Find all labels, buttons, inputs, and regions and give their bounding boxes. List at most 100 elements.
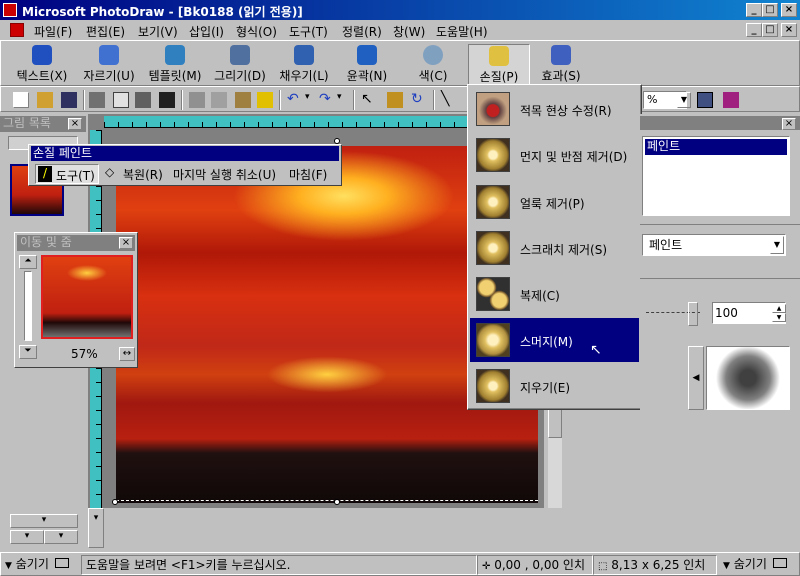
new-icon[interactable] (13, 92, 29, 108)
copy-icon[interactable] (211, 92, 227, 108)
chevron-down-icon[interactable]: ▼ (770, 236, 784, 254)
draw-button[interactable]: 그리기(D) (209, 44, 271, 86)
redo-dropdown-icon[interactable]: ▾ (337, 92, 353, 108)
title-bar: Microsoft PhotoDraw - [Bk0188 (읽기 전용)] _… (0, 0, 800, 20)
fill-button[interactable]: 채우기(L) (273, 44, 335, 86)
save-icon[interactable] (61, 92, 77, 108)
rotate-icon[interactable]: ↻ (411, 92, 427, 108)
scroll-up-button[interactable]: ▾ (10, 514, 78, 528)
color-icon (423, 45, 443, 65)
erase-icon (476, 369, 510, 403)
hide-button-left[interactable]: ▼ 숨기기 (1, 555, 81, 575)
pointer-icon[interactable]: ↖ (361, 92, 377, 108)
workpane-list[interactable]: 페인트 (642, 136, 790, 216)
scroll-down-button[interactable]: ▾ (10, 530, 44, 544)
close-icon[interactable]: × (119, 237, 133, 249)
minimize-button[interactable]: _ (746, 3, 762, 17)
workpane-panel: × 페인트 페인트 ▼ 100 ▲ ▼ ◀ (640, 114, 800, 550)
toolbar-separator (433, 90, 435, 110)
line-icon[interactable]: ╲ (441, 92, 457, 108)
blemish-icon (476, 185, 510, 219)
zoom-out-icon[interactable]: ⏷ (19, 345, 37, 359)
scroll-end-button[interactable]: ▾ (44, 530, 78, 544)
scratch-icon (476, 231, 510, 265)
photodraw-app-icon[interactable] (3, 3, 17, 17)
slider-thumb[interactable] (688, 302, 698, 326)
doc-close-button[interactable]: × (781, 23, 797, 37)
zoom-percentage: 57% (71, 347, 98, 361)
zoom-in-icon[interactable]: ⏶ (19, 255, 37, 269)
menu-tools[interactable]: 도구(T) (289, 23, 328, 40)
maximize-button[interactable]: □ (762, 3, 778, 17)
prev-brush-icon[interactable]: ◀ (688, 346, 704, 410)
book-icon[interactable] (723, 92, 739, 108)
menu-item-smudge[interactable]: 스머지(M) ↖ (470, 318, 639, 362)
scrollbar-thumb[interactable] (548, 408, 562, 438)
menu-insert[interactable]: 삽입(I) (189, 23, 224, 40)
close-button[interactable]: × (781, 3, 797, 17)
cut-icon[interactable] (189, 92, 205, 108)
outline-icon (357, 45, 377, 65)
menu-view[interactable]: 보기(V) (138, 23, 178, 40)
menu-item-erase[interactable]: 지우기(E) (470, 364, 639, 408)
list-item[interactable]: 페인트 (645, 139, 787, 155)
finish-button[interactable]: 마침(F) (289, 166, 327, 183)
crop-button[interactable]: 자르기(U) (77, 44, 141, 86)
menu-item-dust-spots[interactable]: 먼지 및 반점 제거(D) (470, 133, 639, 177)
close-icon[interactable]: × (782, 118, 796, 130)
outline-button[interactable]: 윤곽(N) (339, 44, 395, 86)
workpane-titlebar (640, 116, 800, 130)
menu-file[interactable]: 파일(F) (34, 23, 72, 40)
menu-item-blemish[interactable]: 얼룩 제거(P) (470, 180, 639, 224)
touchup-button[interactable]: 손질(P) (468, 44, 530, 86)
tool-button[interactable]: / 도구(T) (35, 164, 99, 184)
menu-help[interactable]: 도움말(H) (436, 23, 488, 40)
document-icon[interactable] (10, 23, 24, 37)
redo-icon[interactable]: ↷ (319, 92, 335, 108)
pan-zoom-window: 이동 및 줌 × ⏶ ⏷ 57% ↔ (14, 232, 138, 368)
restore-button[interactable]: 복원(R) (123, 166, 163, 183)
selection-handle[interactable] (112, 499, 118, 505)
templates-button[interactable]: 템플릿(M) (143, 44, 207, 86)
chevron-down-icon: ▼ (5, 561, 12, 571)
paint-dropdown[interactable]: 페인트 (642, 234, 786, 256)
arrange-icon[interactable] (387, 92, 403, 108)
format-painter-icon[interactable] (257, 92, 273, 108)
doc-restore-button[interactable]: □ (762, 23, 778, 37)
pixel-icon[interactable] (697, 92, 713, 108)
close-icon[interactable]: × (68, 118, 82, 130)
hide-button-right[interactable]: ▼ 숨기기 (719, 555, 800, 575)
print-preview-icon[interactable] (113, 92, 129, 108)
doc-minimize-button[interactable]: _ (746, 23, 762, 37)
dust-icon (476, 138, 510, 172)
touchup-paint-toolbar: 손질 페인트 / 도구(T) ◇ 복원(R) 마지막 실행 취소(U) 마침(F… (28, 144, 342, 186)
undo-last-button[interactable]: 마지막 실행 취소(U) (173, 166, 276, 183)
undo-icon[interactable]: ↶ (287, 92, 303, 108)
camera-icon[interactable] (159, 92, 175, 108)
text-button[interactable]: 텍스트(X) (9, 44, 75, 86)
effects-button[interactable]: 효과(S) (534, 44, 588, 86)
selection-handle[interactable] (334, 499, 340, 505)
brush-icon: / (38, 166, 52, 182)
color-button[interactable]: 색(C) (407, 44, 459, 86)
menu-item-clone[interactable]: 복제(C) (470, 272, 639, 316)
scroll-down-arrow[interactable]: ▾ (88, 508, 104, 548)
spin-up-icon[interactable]: ▲ (772, 304, 786, 313)
zoom-dropdown-icon[interactable]: ▼ (677, 92, 691, 108)
fit-width-icon[interactable]: ↔ (119, 347, 135, 361)
spin-down-icon[interactable]: ▼ (772, 313, 786, 322)
scan-icon[interactable] (135, 92, 151, 108)
menu-format[interactable]: 형식(O) (236, 23, 277, 40)
eraser-icon: ◇ (105, 165, 115, 179)
menu-window[interactable]: 창(W) (393, 23, 425, 40)
paste-icon[interactable] (235, 92, 251, 108)
menu-arrange[interactable]: 정렬(R) (342, 23, 382, 40)
pan-preview[interactable] (41, 255, 133, 339)
open-icon[interactable] (37, 92, 53, 108)
menu-edit[interactable]: 편집(E) (86, 23, 125, 40)
print-icon[interactable] (89, 92, 105, 108)
menu-item-red-eye[interactable]: 적목 현상 수정(R) (470, 87, 639, 131)
zoom-slider[interactable] (24, 271, 32, 341)
menu-item-scratch[interactable]: 스크래치 제거(S) (470, 226, 639, 270)
size-icon: ⬚ (598, 561, 608, 572)
